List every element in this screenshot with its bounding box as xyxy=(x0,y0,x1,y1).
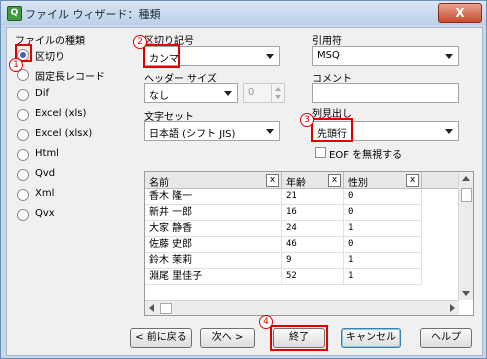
chevron-down-icon xyxy=(445,129,453,134)
column-header-empty xyxy=(422,172,461,189)
remove-column-icon[interactable]: x xyxy=(328,174,341,187)
close-button[interactable]: X xyxy=(438,3,482,23)
highlight-finish xyxy=(270,325,328,351)
chevron-down-icon xyxy=(266,54,274,59)
app-icon: Q xyxy=(7,6,22,21)
cell-name: 鈴木 茉莉 xyxy=(145,253,282,269)
cell-age: 9 xyxy=(282,253,344,269)
cell-gender: 0 xyxy=(344,189,422,205)
highlight-delimiter xyxy=(143,44,180,68)
radio-label-delimited: 区切り xyxy=(35,52,65,63)
quote-label: 引用符 xyxy=(312,36,342,47)
horizontal-scrollbar[interactable] xyxy=(145,300,459,315)
scroll-thumb[interactable] xyxy=(461,188,472,202)
marker-3: 3 xyxy=(300,113,314,127)
cell-gender: 1 xyxy=(344,269,422,285)
wizard-window: Q ファイル ウィザード：種類 X ファイルの種類 区切り 固定長レコード Di… xyxy=(0,0,487,359)
cell-name: 佐藤 史郎 xyxy=(145,237,282,253)
marker-1: 1 xyxy=(9,58,23,72)
cell-age: 21 xyxy=(282,189,344,205)
back-button[interactable]: < 前に戻る xyxy=(130,328,192,348)
column-header-age: 年齢 x xyxy=(282,172,344,189)
chevron-down-icon xyxy=(224,91,232,96)
scroll-thumb[interactable] xyxy=(160,303,172,314)
scroll-right-icon[interactable] xyxy=(450,304,455,312)
charset-select[interactable]: 日本語 (シフト JIS) xyxy=(144,121,280,141)
quote-select[interactable]: MSQ xyxy=(312,46,459,66)
cell-gender: 0 xyxy=(344,237,422,253)
radio-qvd[interactable] xyxy=(17,169,29,181)
cell-age: 46 xyxy=(282,237,344,253)
chevron-down-icon xyxy=(266,129,274,134)
scroll-down-icon[interactable] xyxy=(462,291,470,296)
dialog-body: ファイルの種類 区切り 固定長レコード Dif Excel (xls) Exce… xyxy=(6,27,483,356)
header-size-spinner[interactable]: 0 xyxy=(243,83,285,103)
radio-label-qvx: Qvx xyxy=(35,208,55,219)
radio-label-html: Html xyxy=(35,148,59,159)
preview-grid: 名前 x 年齢 x 性別 x 香木 隆一 21 0 新井 一郎 16 0 大家 … xyxy=(144,171,474,316)
charset-value: 日本語 (シフト JIS) xyxy=(149,129,236,140)
column-header-name: 名前 x xyxy=(145,172,282,189)
radio-label-qvd: Qvd xyxy=(35,168,56,179)
next-button[interactable]: 次へ > xyxy=(200,328,255,348)
cell-age: 52 xyxy=(282,269,344,285)
spinner-arrows-icon xyxy=(271,84,284,102)
comment-input[interactable] xyxy=(312,83,459,103)
radio-label-dif: Dif xyxy=(35,88,49,99)
radio-excel-xlsx[interactable] xyxy=(17,129,29,141)
ignore-eof-label: EOF を無視する xyxy=(329,150,403,161)
cancel-button[interactable]: キャンセル xyxy=(341,328,401,348)
header-size-select[interactable]: なし xyxy=(144,83,238,103)
chevron-down-icon xyxy=(445,54,453,59)
title-bar: Q ファイル ウィザード：種類 X xyxy=(1,1,486,25)
scroll-left-icon[interactable] xyxy=(149,304,154,312)
highlight-labels xyxy=(311,118,353,142)
header-size-value: なし xyxy=(149,91,169,102)
radio-label-excel-xls: Excel (xls) xyxy=(35,108,87,119)
radio-dif[interactable] xyxy=(17,89,29,101)
cell-age: 24 xyxy=(282,221,344,237)
radio-excel-xls[interactable] xyxy=(17,109,29,121)
cell-gender: 1 xyxy=(344,221,422,237)
ignore-eof-checkbox[interactable] xyxy=(315,147,326,158)
column-header-gender: 性別 x xyxy=(344,172,422,189)
cell-gender: 1 xyxy=(344,253,422,269)
marker-4: 4 xyxy=(259,315,273,329)
header-size-spin-value: 0 xyxy=(248,87,255,98)
cell-name: 新井 一郎 xyxy=(145,205,282,221)
cell-gender: 0 xyxy=(344,205,422,221)
scroll-up-icon[interactable] xyxy=(462,176,470,181)
cell-name: 淵尾 里佳子 xyxy=(145,269,282,285)
remove-column-icon[interactable]: x xyxy=(266,174,279,187)
vertical-scrollbar[interactable] xyxy=(458,172,473,300)
quote-value: MSQ xyxy=(317,50,340,61)
cell-age: 16 xyxy=(282,205,344,221)
help-button[interactable]: ヘルプ xyxy=(420,328,472,348)
radio-html[interactable] xyxy=(17,149,29,161)
radio-xml[interactable] xyxy=(17,189,29,201)
cell-name: 香木 隆一 xyxy=(145,189,282,205)
radio-label-xml: Xml xyxy=(35,188,55,199)
radio-label-excel-xlsx: Excel (xlsx) xyxy=(35,128,93,139)
window-title: ファイル ウィザード：種類 xyxy=(25,8,161,21)
radio-qvx[interactable] xyxy=(17,209,29,221)
marker-2: 2 xyxy=(133,35,147,49)
remove-column-icon[interactable]: x xyxy=(406,174,419,187)
cell-name: 大家 静香 xyxy=(145,221,282,237)
radio-label-fixed-record: 固定長レコード xyxy=(35,72,105,83)
